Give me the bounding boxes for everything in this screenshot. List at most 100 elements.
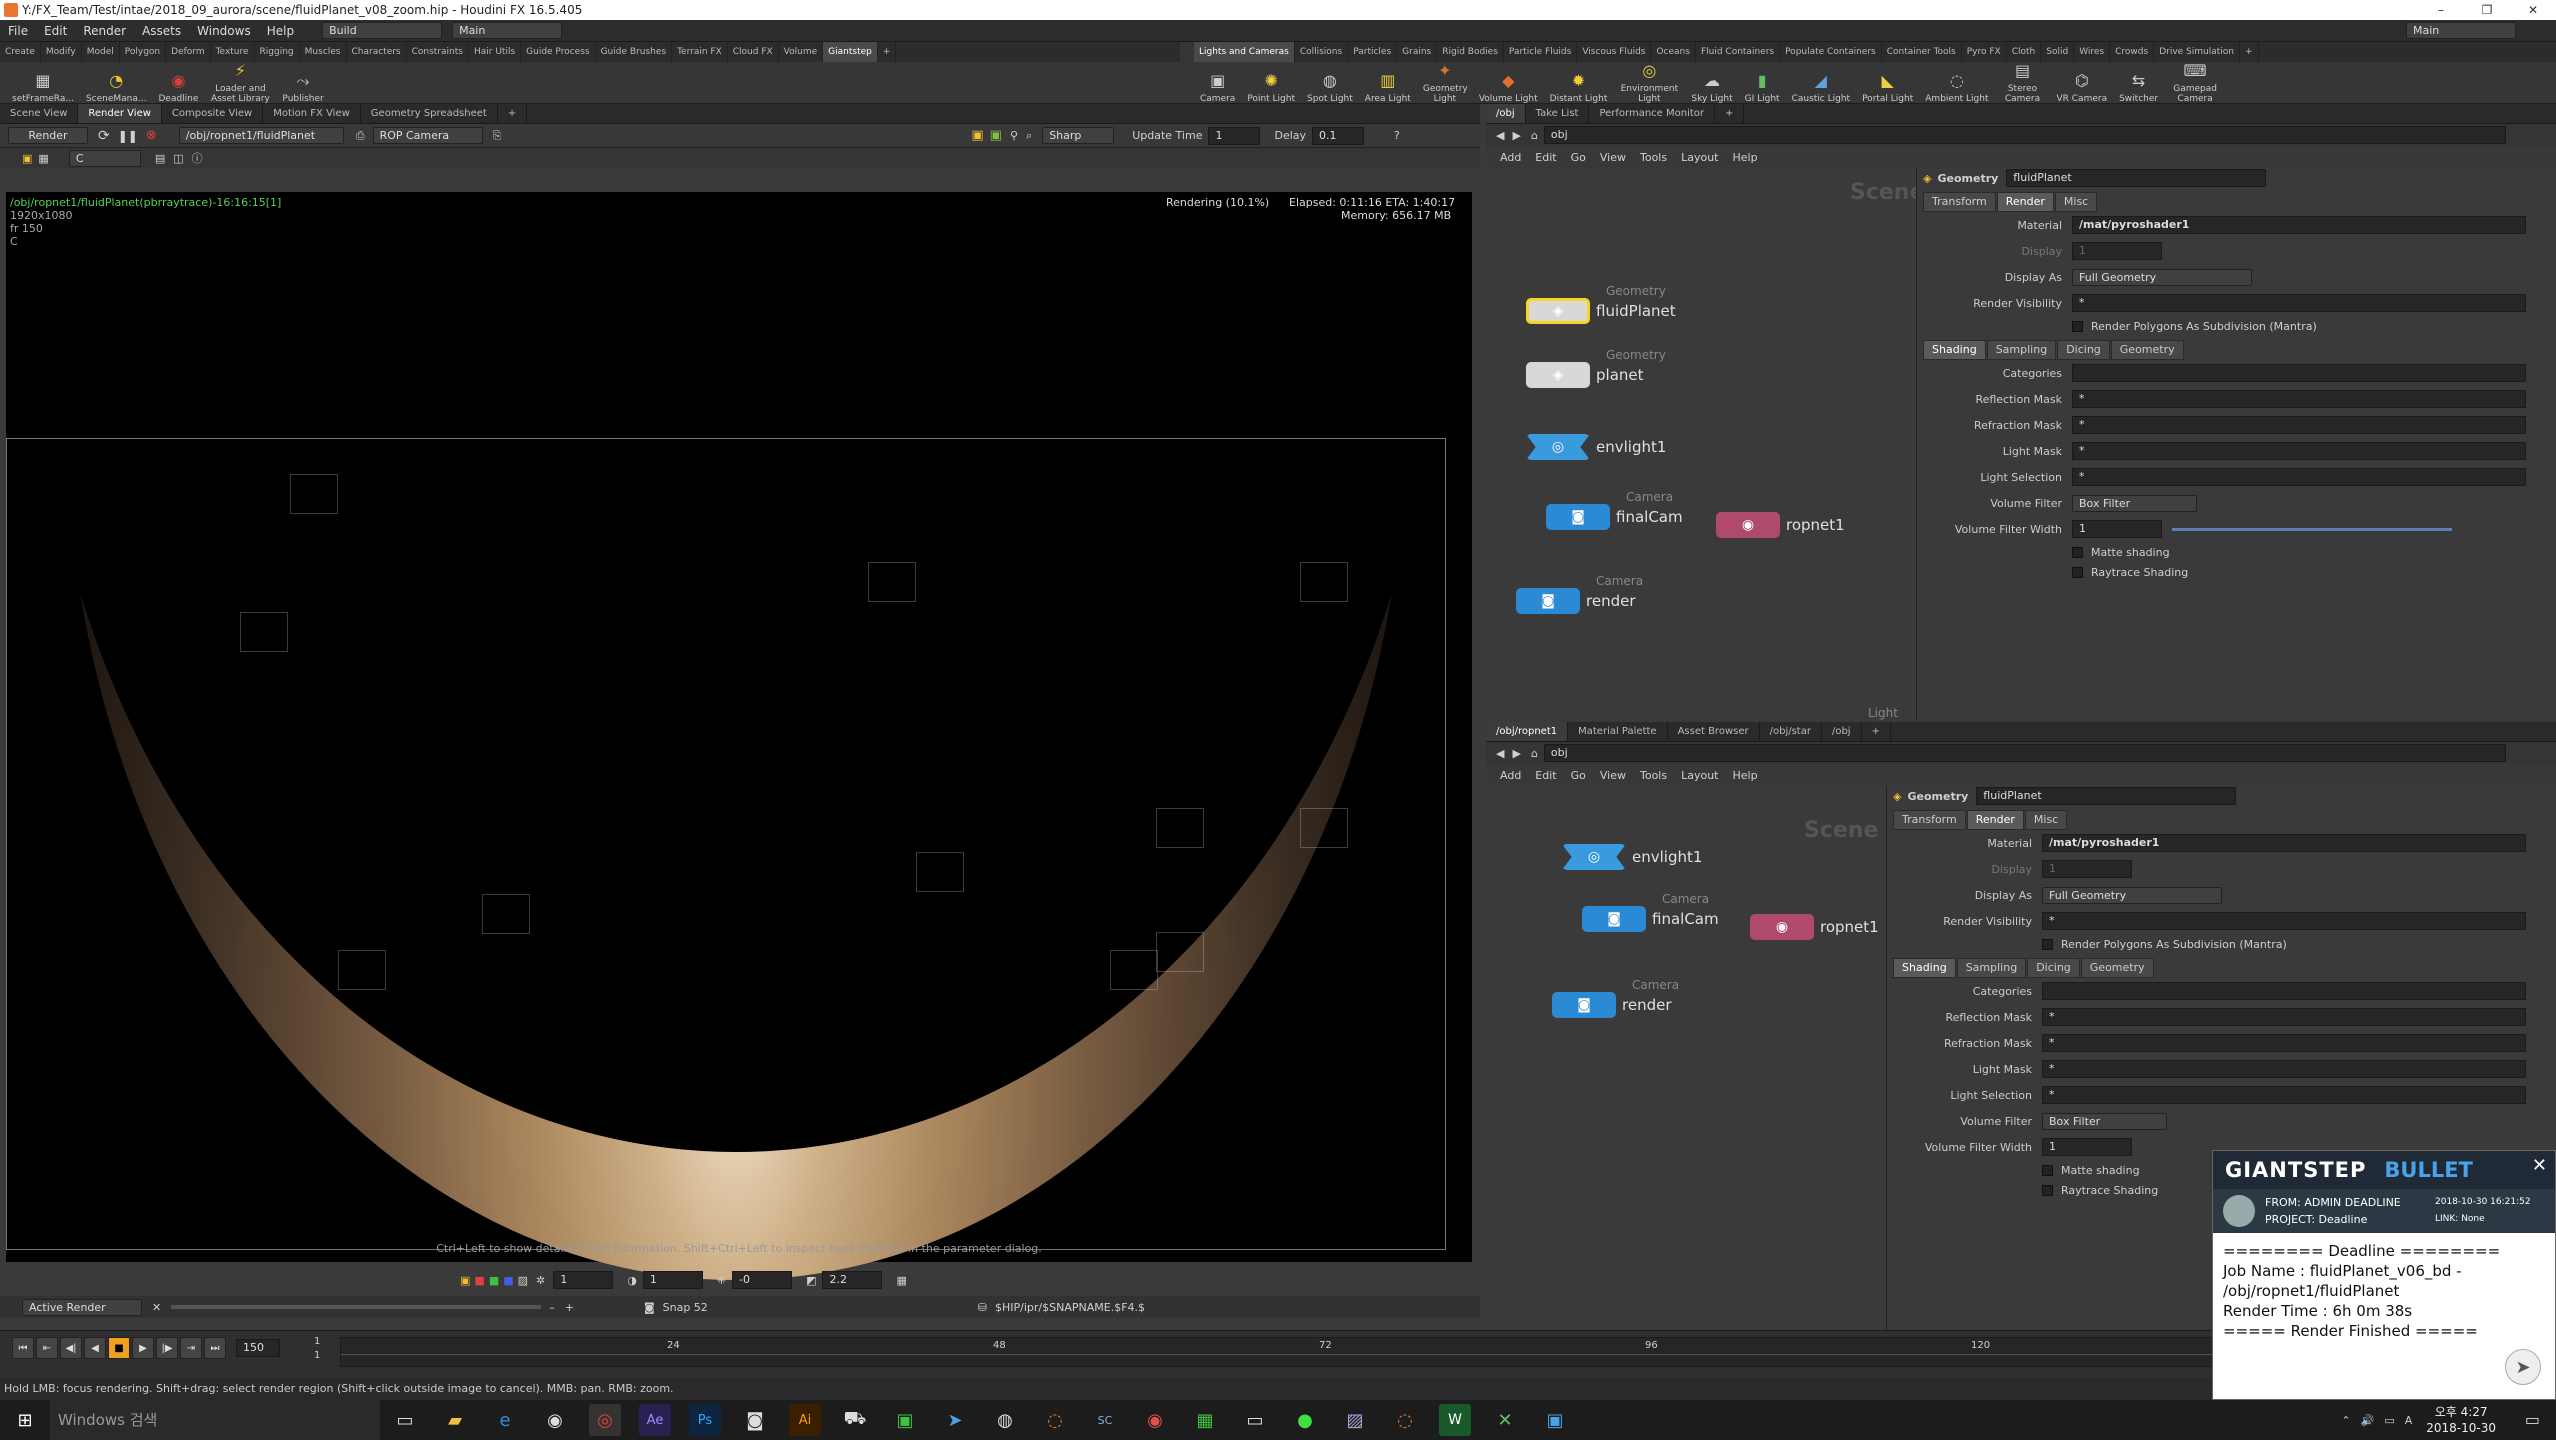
net-menu-help[interactable]: Help — [1733, 769, 1758, 782]
shelf-tab[interactable]: Rigging — [255, 42, 300, 62]
task-view-icon[interactable]: ▭ — [389, 1404, 421, 1436]
after-effects-icon[interactable]: Ae — [639, 1404, 671, 1436]
node-render[interactable]: Camera ◙ render — [1516, 574, 1643, 614]
tab-shading[interactable]: Shading — [1923, 340, 1986, 360]
contrast-field[interactable]: 1 — [642, 1271, 703, 1289]
render-button[interactable]: Render — [8, 127, 88, 144]
grid-icon[interactable]: ▦ — [38, 152, 48, 165]
shelf-tab[interactable]: Deform — [166, 42, 211, 62]
network-path-2[interactable]: obj — [1543, 744, 2506, 762]
close-snap-icon[interactable]: ✕ — [152, 1301, 161, 1314]
matte-checkbox[interactable] — [2072, 546, 2083, 558]
chat-app-icon[interactable]: ▣ — [1539, 1404, 1571, 1436]
add-shelf-tab-icon[interactable]: + — [2240, 42, 2259, 62]
shelf-tab[interactable]: Volume — [779, 42, 824, 62]
shelf-tab-giantstep[interactable]: Giantstep — [823, 42, 878, 62]
tool-area-light[interactable]: ▥ Area Light — [1359, 70, 1417, 105]
menu-windows[interactable]: Windows — [189, 20, 259, 42]
shelf-tab[interactable]: Particle Fluids — [1504, 42, 1578, 62]
tab-misc[interactable]: Misc — [2054, 192, 2098, 212]
categories-field[interactable] — [2042, 982, 2526, 1000]
tab-obj[interactable]: /obj — [1486, 104, 1526, 123]
houdini-icon-2[interactable]: ◌ — [1389, 1404, 1421, 1436]
channel-dropdown[interactable]: C — [68, 149, 141, 167]
material-field[interactable]: /mat/pyroshader1 — [2072, 216, 2526, 234]
shelf-tab[interactable]: Cloud FX — [728, 42, 779, 62]
net-menu-layout[interactable]: Layout — [1681, 151, 1718, 164]
tool-deadline[interactable]: ◉ Deadline — [152, 70, 204, 105]
volume-filter-width-field[interactable]: 1 — [2072, 520, 2162, 538]
tool-environment-light[interactable]: ◎ Environment Light — [1613, 60, 1685, 105]
shelf-tab[interactable]: Solid — [2041, 42, 2075, 62]
tab-render-view[interactable]: Render View — [78, 104, 162, 123]
shelf-tab[interactable]: Constraints — [407, 42, 469, 62]
tool-switcher[interactable]: ⇆ Switcher — [2113, 70, 2164, 105]
menu-assets[interactable]: Assets — [134, 20, 189, 42]
camera-dropdown[interactable]: ROP Camera — [372, 127, 483, 144]
light-selection-field[interactable]: * — [2042, 1086, 2526, 1104]
volume-filter-dropdown[interactable]: Box Filter — [2072, 494, 2197, 512]
arrow-app-icon[interactable]: ➤ — [939, 1404, 971, 1436]
display-as-dropdown[interactable]: Full Geometry — [2072, 268, 2252, 286]
shelf-tab[interactable]: Populate Containers — [1780, 42, 1882, 62]
snapshot-icon[interactable]: ▣ — [990, 128, 1002, 143]
store-icon[interactable]: ⛟ — [839, 1404, 871, 1436]
shelf-tab[interactable]: Viscous Fluids — [1577, 42, 1652, 62]
shelf-tab[interactable]: Muscles — [300, 42, 347, 62]
send-icon[interactable]: ➤ — [2505, 1349, 2541, 1385]
tab-asset-browser[interactable]: Asset Browser — [1668, 722, 1760, 741]
node-fluidplanet[interactable]: Geometry ◈ fluidPlanet — [1526, 284, 1676, 324]
stop-icon[interactable]: ■ — [108, 1337, 130, 1359]
param-node-name[interactable]: fluidPlanet — [1976, 787, 2237, 805]
shelf-tab[interactable]: Model — [82, 42, 120, 62]
network-path[interactable]: obj — [1543, 126, 2506, 144]
shelf-tab[interactable]: Crowds — [2110, 42, 2155, 62]
node-envlight1[interactable]: ◎ envlight1 — [1562, 844, 1702, 870]
node-graph-top[interactable]: Scene Geometry ◈ fluidPlanet Geometry ◈ … — [1486, 168, 1924, 720]
refraction-mask-field[interactable]: * — [2042, 1034, 2526, 1052]
shelf-tab[interactable]: Lights and Cameras — [1194, 42, 1295, 62]
shelf-tab[interactable]: Drive Simulation — [2154, 42, 2240, 62]
offset-icon[interactable]: ⁜ — [717, 1274, 726, 1287]
network-icon[interactable]: ▭ — [2384, 1414, 2394, 1427]
shelf-tab[interactable]: Terrain FX — [672, 42, 728, 62]
tab-dicing[interactable]: Dicing — [2057, 340, 2110, 360]
w-app-icon[interactable]: W — [1439, 1404, 1471, 1436]
notification-center-icon[interactable]: ▭ — [2525, 1410, 2540, 1429]
tab-sampling[interactable]: Sampling — [1986, 340, 2057, 360]
subdiv-checkbox[interactable] — [2072, 320, 2083, 332]
refraction-mask-field[interactable]: * — [2072, 416, 2526, 434]
shelf-tab[interactable]: Characters — [347, 42, 407, 62]
quality-dropdown[interactable]: Sharp — [1042, 127, 1115, 144]
param-node-name[interactable]: fluidPlanet — [2006, 169, 2267, 187]
play-icon[interactable]: ▶ — [132, 1337, 154, 1359]
shelf-tab[interactable]: Wires — [2074, 42, 2111, 62]
update-time-field[interactable]: 1 — [1208, 126, 1261, 145]
shelf-tab[interactable]: Pyro FX — [1962, 42, 2007, 62]
reflection-mask-field[interactable]: * — [2072, 390, 2526, 408]
light-selection-field[interactable]: * — [2072, 468, 2526, 486]
shelf-tab[interactable]: Oceans — [1651, 42, 1696, 62]
tab-performance-monitor[interactable]: Performance Monitor — [1589, 104, 1716, 123]
add-tab-icon[interactable]: + — [1862, 722, 1891, 741]
node-finalcam[interactable]: Camera ◙ finalCam — [1582, 892, 1719, 932]
tab-motion-fx-view[interactable]: Motion FX View — [263, 104, 361, 123]
tool-publisher[interactable]: ⤳ Publisher — [276, 70, 329, 105]
offset-field[interactable]: -0 — [732, 1271, 793, 1289]
shelf-tab[interactable]: Guide Process — [521, 42, 596, 62]
tool-gamepad-camera[interactable]: ⌨ Gamepad Camera — [2164, 60, 2226, 105]
desktop-dropdown[interactable]: Main — [452, 22, 563, 39]
forward-icon[interactable]: ▶ — [1512, 129, 1520, 142]
subdiv-checkbox[interactable] — [2042, 938, 2053, 950]
tool-volume-light[interactable]: ◆ Volume Light — [1473, 70, 1544, 105]
volume-filter-width-slider[interactable] — [2172, 527, 2452, 531]
node-finalcam[interactable]: Camera ◙ finalCam — [1546, 490, 1683, 530]
reflection-mask-field[interactable]: * — [2042, 1008, 2526, 1026]
tool-geometry-light[interactable]: ✦ Geometry Light — [1417, 60, 1473, 105]
volume-filter-width-field[interactable]: 1 — [2042, 1138, 2132, 1156]
tab-render[interactable]: Render — [1966, 810, 2024, 830]
save-snap-icon[interactable]: ⛁ — [978, 1301, 987, 1314]
sc-app-icon[interactable]: SC — [1089, 1404, 1121, 1436]
timeline-scrubber[interactable]: 24 48 72 96 120 — [340, 1337, 2221, 1367]
node-envlight1[interactable]: ◎ envlight1 — [1526, 434, 1666, 460]
